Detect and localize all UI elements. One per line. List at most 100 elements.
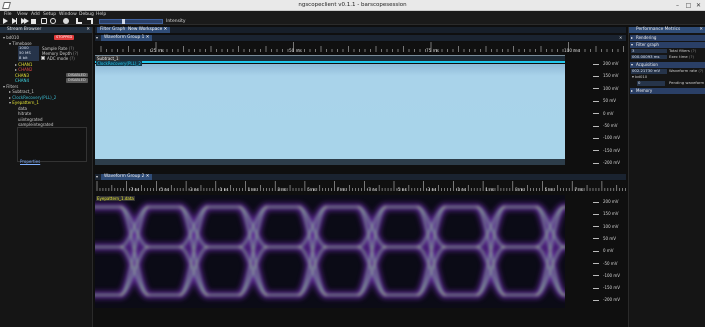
adc-mode-value[interactable]: 8 bit <box>18 55 39 61</box>
settings-icon[interactable] <box>63 18 69 24</box>
channel-row[interactable]: ▸ CHAN2 <box>15 67 32 72</box>
instrument-row[interactable]: ▾ bd010 <box>3 35 19 40</box>
minimize-icon[interactable]: – <box>674 2 681 9</box>
filter-row[interactable]: ▸ ClockRecovery(PLL)_2 <box>9 95 56 100</box>
trace-label-clock-recovery[interactable]: ClockRecovery(PLL)_2 <box>96 61 142 66</box>
channel-name: CHAN3 <box>15 72 30 78</box>
voltage-tick <box>593 201 599 203</box>
pending-waveform-value: 0 <box>637 80 665 86</box>
tab-new-workspace[interactable]: New Workspace ✕ <box>125 27 171 33</box>
toolbar: Intensity <box>0 17 705 25</box>
history-icon[interactable] <box>41 18 47 24</box>
menu-view[interactable]: View <box>17 12 28 17</box>
menu-debug[interactable]: Debug <box>79 12 94 17</box>
filters-label: Filters <box>6 83 19 89</box>
intensity-slider[interactable] <box>99 18 163 24</box>
voltage-tick <box>593 88 599 90</box>
time-label: -5 ns <box>396 187 407 192</box>
stream-item[interactable]: hitrate <box>18 111 31 116</box>
voltage-tick <box>593 263 599 264</box>
filter-row[interactable]: ▾ Eyepattern_1 <box>9 100 39 105</box>
exec-time-value: 000.00093 ms <box>631 54 667 59</box>
voltage-label: 150 mV <box>603 211 619 217</box>
force-trigger-icon[interactable] <box>21 18 29 24</box>
tab-filter-graph[interactable]: Filter Graph <box>97 27 129 33</box>
memory-section[interactable]: ▸ Memory <box>630 88 705 94</box>
performance-metrics-header: Performance Metrics ✕ <box>629 27 705 33</box>
voltage-tick <box>593 75 599 77</box>
voltage-tick <box>593 287 599 289</box>
voltage-label: -200 mV <box>603 297 620 303</box>
channel-name: CHAN2 <box>18 67 33 72</box>
group-menu-icon[interactable]: ▾ <box>96 174 98 180</box>
channel-row[interactable]: CHAN3 <box>15 73 29 78</box>
time-label: 7 ns <box>574 187 584 192</box>
voltage-tick <box>593 226 599 228</box>
intensity-label: Intensity <box>166 18 186 24</box>
menu-setup[interactable]: Setup <box>43 12 56 17</box>
stream-item[interactable]: uiintegrated <box>18 117 43 122</box>
close-icon[interactable]: ✕ <box>86 27 90 33</box>
adc-mode-checkbox[interactable] <box>41 56 45 60</box>
refresh-icon[interactable] <box>50 18 56 24</box>
voltage-tick <box>593 299 599 301</box>
menu-add[interactable]: Add <box>31 12 40 17</box>
instrument-name: bd010 <box>6 35 20 40</box>
window-title: ngscopeclient v0.1.1 - barscopesession <box>298 2 407 8</box>
time-label: -1 ns <box>218 187 229 192</box>
adc-mode-label: ADC mode (?) <box>47 55 75 61</box>
zoom-fit-icon[interactable] <box>76 18 82 24</box>
voltage-label: 150 mV <box>603 73 619 79</box>
menu-window[interactable]: Window <box>59 12 77 17</box>
acquisition-section[interactable]: ▾ Acquisition <box>630 62 705 68</box>
time-label: -3 ns <box>188 187 199 192</box>
time-label: 3 ns <box>515 187 524 192</box>
menu-help[interactable]: Help <box>96 12 106 17</box>
properties-box: Properties <box>17 127 87 164</box>
group-menu-icon[interactable]: ▾ <box>96 35 98 41</box>
filters-row[interactable]: ▾ Filters <box>3 84 18 89</box>
group-1-plot[interactable] <box>95 55 565 167</box>
stream-browser-header: Stream Browser ✕ <box>0 27 92 33</box>
stop-icon[interactable] <box>31 18 36 24</box>
expand-arrow-icon[interactable]: ▾ <box>3 35 5 40</box>
stream-item[interactable]: data <box>18 106 27 111</box>
run-icon[interactable] <box>3 18 8 24</box>
menu-file[interactable]: File <box>4 12 12 17</box>
channel-row[interactable]: CHAN4 <box>15 78 29 83</box>
voltage-label: -50 mV <box>603 123 618 128</box>
voltage-tick <box>593 275 599 277</box>
time-label: 75 ms <box>426 48 439 53</box>
trace-label-eyepattern[interactable]: Eyepattern_1.data <box>96 195 135 201</box>
voltage-tick <box>593 137 599 139</box>
rendering-section[interactable]: ▸ Rendering <box>630 35 705 41</box>
acquisition-instrument[interactable]: ▾ bd010 <box>632 74 647 80</box>
time-label: -7 ns <box>129 187 140 192</box>
channel-name: CHAN1 <box>18 61 33 67</box>
zoom-reset-icon[interactable] <box>87 18 93 24</box>
tab-waveform-group-1[interactable]: Waveform Group 1 ✕ <box>101 35 153 41</box>
voltage-tick <box>593 213 599 215</box>
pending-waveform-label: Pending waveform (?) <box>669 80 705 85</box>
run-single-icon[interactable] <box>12 18 18 24</box>
intensity-slider-handle[interactable] <box>122 18 125 24</box>
voltage-label: -150 mV <box>603 285 620 291</box>
channel-row[interactable]: ▸ CHAN1 <box>15 62 32 67</box>
waveform-rate-label: Waveform rate (?) <box>669 68 704 73</box>
voltage-label: 100 mV <box>603 223 619 229</box>
close-icon[interactable]: ✕ <box>619 35 622 41</box>
voltage-label: -200 mV <box>603 160 620 166</box>
voltage-label: 200 mV <box>603 199 619 204</box>
properties-link[interactable]: Properties <box>20 159 40 164</box>
close-icon[interactable]: ✕ <box>695 2 702 9</box>
group-1-time-axis[interactable] <box>95 42 626 52</box>
close-icon[interactable]: ✕ <box>699 27 703 33</box>
maximize-icon[interactable]: □ <box>685 2 692 9</box>
tab-waveform-group-2[interactable]: Waveform Group 2 ✕ <box>101 174 153 180</box>
voltage-label: 200 mV <box>603 61 619 66</box>
trace-label-subtract[interactable]: Subtract_1 <box>96 55 120 61</box>
group-2-eye-plot[interactable] <box>95 195 565 308</box>
voltage-label: 50 mV <box>603 98 616 104</box>
filter-row[interactable]: ▸ Subtract_1 <box>9 89 34 94</box>
waveform-group-1-header: Waveform Group 1 ✕ ▾ ✕ <box>95 35 626 41</box>
